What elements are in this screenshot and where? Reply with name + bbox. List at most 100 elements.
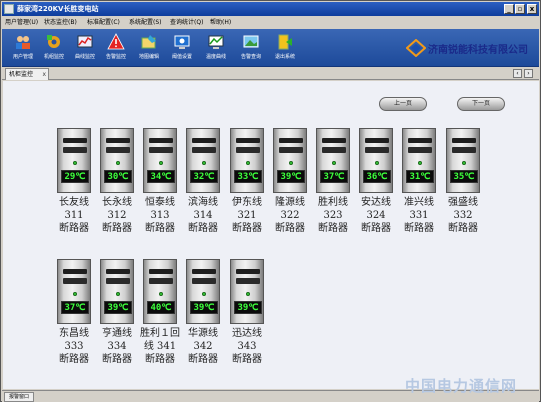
breaker-label: 东昌线 333 断路器 [54,327,94,366]
toolbar-temperature-curve[interactable]: 温度曲线 [201,31,231,65]
title-bar: 薛家湾220KV长胜变电站 _ ▫ x [2,2,539,16]
next-page-button[interactable]: 下一页 [457,97,505,111]
toolbar-alarm-monitor[interactable]: 告警监控 [101,31,131,65]
temperature-display: 36℃ [363,170,391,183]
menu-system-config[interactable]: 系统配置(S) [129,16,162,29]
tab-strip: 机柜监控 x ‹ › [2,67,539,80]
cabinet-slot [192,278,216,284]
temperature-display: 30℃ [104,170,132,183]
breaker-type: 断路器 [59,223,89,234]
cabinet-body: 35℃ [446,128,480,193]
cabinet-slot [236,269,260,274]
breaker-type: 断路器 [188,354,218,365]
status-led-icon [332,161,336,165]
cabinet-body: 39℃ [273,128,307,193]
toolbar: 用户管理 机组监控 曲线监控 告警监控 地图编辑 阈值设置 温度曲线 告警查询 … [2,29,539,67]
cabinet-body: 39℃ [230,259,264,324]
toolbar-map-edit[interactable]: 地图编辑 [134,31,164,65]
cabinet-body: 37℃ [57,259,91,324]
breaker-type: 断路器 [59,354,89,365]
temperature-display: 39℃ [104,301,132,314]
cabinet-slot [106,278,130,284]
temperature-display: 29℃ [61,170,89,183]
breaker-type: 断路器 [102,223,132,234]
cabinet-slot [63,278,87,284]
status-led-icon [73,161,77,165]
toolbar-exit-system[interactable]: 退出系统 [270,31,300,65]
users-icon [16,36,30,49]
menu-help[interactable]: 帮助(H) [210,16,231,29]
cabinet-slot [63,147,87,153]
status-led-icon [73,292,77,296]
status-led-icon [375,161,379,165]
breaker-type: 断路器 [145,354,175,365]
cabinet-slot [452,147,476,153]
menu-query-stats[interactable]: 查询统计(Q) [170,16,203,29]
tab-scroll-left-icon[interactable]: ‹ [513,69,522,78]
cabinet-slot [192,138,216,143]
menu-status[interactable]: 状态监控(B) [44,16,77,29]
toolbar-alarm-query[interactable]: 告警查询 [236,31,266,65]
cabinet-body: 34℃ [143,128,177,193]
chart-monitor-icon [77,35,93,48]
breaker-number: 线 341 [143,341,177,352]
tab-scroll-right-icon[interactable]: › [524,69,533,78]
tab-label: 机柜监控 [9,71,34,78]
breaker-type: 断路器 [232,223,262,234]
tab-close-icon[interactable]: x [42,69,46,80]
cabinet-slot [236,278,260,284]
cabinet-slot [322,138,346,143]
cabinet-slot [236,147,260,153]
menu-user[interactable]: 用户管理(U) [5,16,38,29]
breaker-type: 断路器 [404,223,434,234]
breaker-line-name: 隆源线 [275,197,305,208]
cabinet-body: 39℃ [100,259,134,324]
breaker-number: 313 [150,210,170,221]
alarm-window-tab[interactable]: 报警窗口 [4,392,34,402]
cabinet-body: 31℃ [402,128,436,193]
breaker-type: 断路器 [188,223,218,234]
breaker-label: 恒泰线 313 断路器 [140,196,180,235]
cabinet-body: 40℃ [143,259,177,324]
status-led-icon [116,292,120,296]
maximize-button[interactable]: ▫ [515,4,525,14]
app-icon [4,4,14,14]
cabinet-slot [279,138,303,143]
menu-standard-config[interactable]: 标准配置(C) [87,16,120,29]
cabinet-body: 33℃ [230,128,264,193]
tab-cabinet-monitor[interactable]: 机柜监控 x [5,68,49,80]
breaker-line-name: 亨通线 [102,328,132,339]
breaker-line-name: 伊东线 [232,197,262,208]
cabinet-body: 39℃ [186,259,220,324]
cabinet-slot [236,138,260,143]
cabinet-slot [365,138,389,143]
status-led-icon [116,161,120,165]
temperature-display: 32℃ [190,170,218,183]
cabinet-slot [192,269,216,274]
cabinet-slot [106,147,130,153]
breaker-number: 323 [323,210,343,221]
cabinet-body: 29℃ [57,128,91,193]
settings-monitor-icon [174,35,190,49]
breaker-label: 胜利１回线 341 断路器 [140,327,180,366]
company-name: 济南锐能科技有限公司 [428,45,528,56]
prev-page-button[interactable]: 上一页 [379,97,427,111]
breaker-number: 312 [107,210,127,221]
breaker-line-name: 胜利线 [318,197,348,208]
breaker-line-name: 恒泰线 [145,197,175,208]
image-search-icon [243,35,259,48]
temperature-display: 39℃ [190,301,218,314]
breaker-line-name: 安达线 [361,197,391,208]
close-button[interactable]: x [527,4,537,14]
cabinet-slot [149,147,173,153]
breaker-number: 314 [193,210,213,221]
cabinet-slot [149,269,173,274]
breaker-line-name: 强盛线 [448,197,478,208]
minimize-button[interactable]: _ [504,4,514,14]
cabinet-slot [149,138,173,143]
status-led-icon [159,292,163,296]
temperature-display: 37℃ [61,301,89,314]
toolbar-threshold-settings[interactable]: 阈值设置 [167,31,197,65]
breaker-label: 亨通线 334 断路器 [97,327,137,366]
window-title: 薛家湾220KV长胜变电站 [17,5,99,13]
